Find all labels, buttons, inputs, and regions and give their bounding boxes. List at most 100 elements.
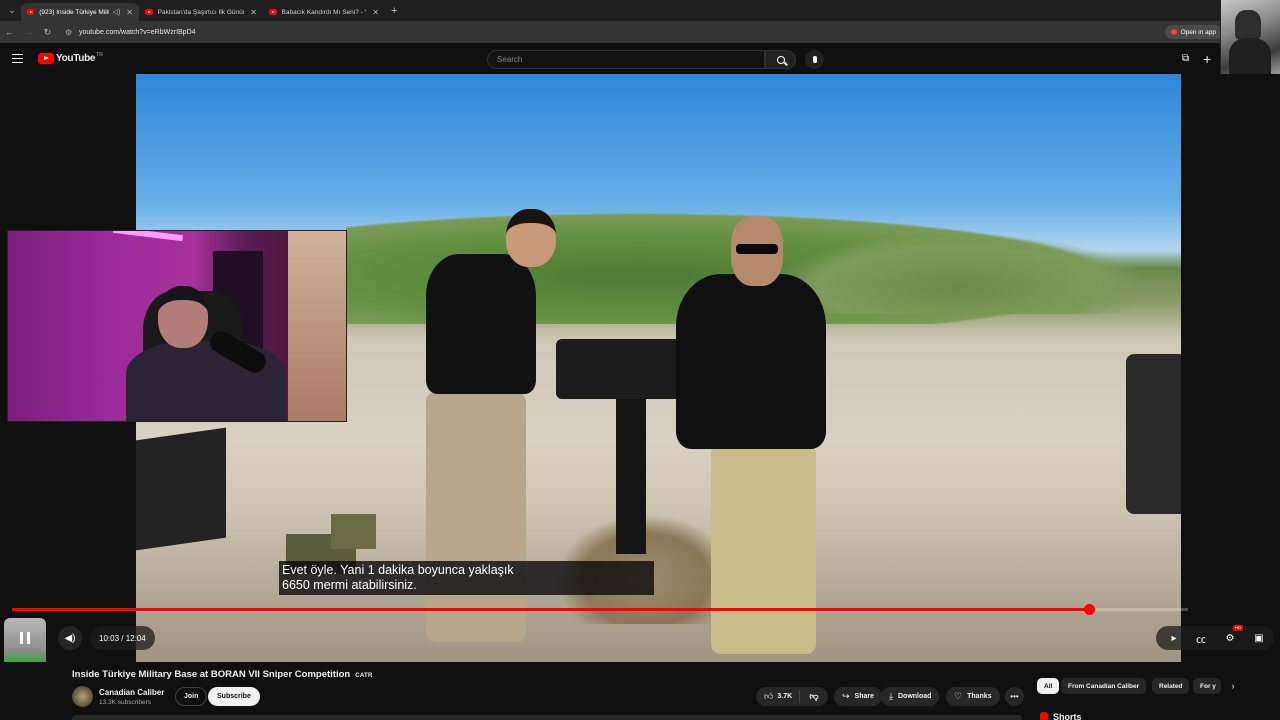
search-input[interactable]: Search	[487, 50, 765, 69]
share-button[interactable]: ↪ Share	[834, 687, 883, 706]
video-vehicle	[1126, 354, 1181, 514]
video-title-text: Inside Türkiye Military Base at BORAN VI…	[72, 669, 351, 680]
channel-name[interactable]: Canadian Caliber	[99, 688, 164, 697]
video-sunglasses	[736, 244, 778, 254]
like-button[interactable]: 👍︎ 3.7K	[756, 690, 800, 703]
search-placeholder: Search	[497, 55, 523, 64]
shorts-heading: Shorts	[1040, 712, 1082, 720]
youtube-favicon-icon	[269, 9, 277, 15]
more-actions-icon[interactable]: •••	[1005, 687, 1024, 706]
download-icon: ⤓	[889, 691, 893, 701]
autoplay-toggle[interactable]: ▸	[1162, 626, 1186, 650]
open-in-app-label: Open in app	[1180, 28, 1216, 36]
browser-tab-2[interactable]: Pakistan'da Şaşırtıcı İlk Günüm ✕	[139, 3, 263, 21]
video-tripod	[616, 394, 646, 554]
video-player[interactable]: Evet öyle. Yani 1 dakika boyunca yaklaşı…	[0, 74, 1280, 680]
chevron-right-icon[interactable]: ›	[1226, 678, 1240, 694]
create-icon[interactable]: +	[1203, 51, 1211, 67]
video-person-right-legs	[711, 444, 816, 654]
time-display: 10:03 / 12:04	[90, 626, 155, 650]
share-icon: ↪	[842, 691, 850, 701]
video-ammo-box	[331, 514, 376, 549]
youtube-play-icon	[38, 53, 54, 64]
site-info-icon[interactable]: ⚙	[65, 28, 79, 37]
progress-bar[interactable]	[12, 604, 1188, 615]
tab-label: Babacık Kandırdı Mı Seni? - Yo	[281, 8, 367, 16]
menu-icon[interactable]	[12, 54, 23, 63]
webcam-window	[288, 231, 346, 421]
address-bar-row: ← → ↻ ⚙ youtube.com/watch?v=eRbWzrIBpD4 …	[0, 21, 1280, 43]
caption-line-2: 6650 mermi atabilirsiniz.	[282, 578, 417, 592]
youtube-header: YouTube TR Search ⧉ +	[0, 44, 1220, 74]
browser-tab-1[interactable]: (923) Inside Türkiye Militar ◁) ✕	[21, 3, 139, 21]
youtube-app-icon	[1170, 29, 1177, 35]
webcam-overlay	[7, 230, 347, 422]
time-display-text: 10:03 / 12:04	[99, 633, 146, 643]
caption-line-1: Evet öyle. Yani 1 dakika boyunca yaklaşı…	[282, 563, 514, 577]
close-tab-icon[interactable]: ✕	[372, 8, 379, 17]
youtube-logo[interactable]: YouTube TR	[38, 51, 103, 64]
forward-icon[interactable]: →	[19, 27, 38, 37]
close-tab-icon[interactable]: ✕	[126, 8, 133, 17]
video-title: Inside Türkiye Military Base at BORAN VI…	[72, 669, 373, 680]
youtube-favicon-icon	[27, 9, 35, 15]
chip-for-you[interactable]: For y	[1193, 678, 1221, 694]
channel-avatar[interactable]	[72, 686, 93, 707]
subscriber-count: 13.3K subscribers	[99, 699, 152, 706]
corner-photo-overlay	[1220, 0, 1280, 78]
url-field[interactable]: ⚙ youtube.com/watch?v=eRbWzrIBpD4	[63, 24, 1213, 40]
close-tab-icon[interactable]: ✕	[250, 8, 257, 17]
photo-figure-body	[1229, 38, 1271, 78]
video-person-right	[676, 274, 826, 449]
dislike-button[interactable]: 👎︎	[800, 691, 828, 702]
youtube-wordmark: YouTube	[56, 53, 96, 64]
search-button[interactable]	[765, 50, 796, 69]
like-count: 3.7K	[777, 693, 793, 700]
thanks-button[interactable]: ♡ Thanks	[946, 687, 1000, 706]
reload-icon[interactable]: ↻	[38, 27, 57, 38]
webcam-led-strip	[112, 231, 184, 242]
chip-related[interactable]: Related	[1152, 678, 1190, 694]
share-label: Share	[854, 693, 875, 700]
volume-icon[interactable]: ◀)	[58, 626, 82, 650]
voice-search-button[interactable]	[805, 50, 824, 69]
thanks-icon: ♡	[954, 691, 963, 701]
thumbs-up-icon: 👍︎	[764, 691, 774, 701]
microphone-icon	[812, 56, 817, 63]
miniplayer-icon[interactable]: ▣	[1247, 626, 1271, 650]
download-button[interactable]: ⤓ Download	[881, 687, 940, 706]
video-info-section: Inside Türkiye Military Base at BORAN VI…	[0, 662, 1280, 720]
chip-all[interactable]: All	[1037, 678, 1060, 694]
new-tab-icon[interactable]: +	[391, 5, 397, 17]
video-person-left-head	[506, 209, 556, 267]
youtube-favicon-icon	[145, 9, 153, 15]
screen: ⌄ (923) Inside Türkiye Militar ◁) ✕ Paki…	[0, 0, 1280, 720]
download-label: Download	[897, 693, 932, 700]
back-icon[interactable]: ←	[0, 27, 19, 37]
chip-from-channel[interactable]: From Canadian Caliber	[1061, 678, 1147, 694]
subscribe-button[interactable]: Subscribe	[208, 687, 260, 706]
hd-badge: HD	[1233, 625, 1243, 631]
thumbs-down-icon: 👎︎	[809, 691, 819, 701]
progress-played	[12, 608, 1090, 611]
join-button[interactable]: Join	[175, 687, 208, 706]
search-icon	[776, 55, 785, 64]
tab-search-icon[interactable]: ⌄	[3, 2, 21, 20]
open-in-app-button[interactable]: Open in app	[1164, 25, 1222, 39]
pause-icon	[20, 632, 30, 644]
speaker-icon[interactable]: ◁)	[113, 8, 121, 16]
shorts-icon	[1040, 712, 1048, 720]
like-dislike-group: 👍︎ 3.7K 👎︎	[756, 687, 828, 706]
description-box[interactable]	[72, 715, 1022, 720]
country-code: TR	[96, 51, 103, 58]
cast-icon[interactable]: ⧉	[1182, 53, 1194, 64]
browser-tab-bar: ⌄ (923) Inside Türkiye Militar ◁) ✕ Paki…	[0, 0, 1280, 21]
browser-tab-3[interactable]: Babacık Kandırdı Mı Seni? - Yo ✕	[263, 3, 385, 21]
video-crate	[136, 427, 226, 551]
tab-label: Pakistan'da Şaşırtıcı İlk Günüm	[157, 8, 245, 16]
shorts-label: Shorts	[1053, 712, 1082, 720]
caption-box: Evet öyle. Yani 1 dakika boyunca yaklaşı…	[279, 561, 654, 595]
webcam-streamer-head	[158, 286, 208, 348]
captions-icon[interactable]: ㏄	[1189, 626, 1213, 650]
video-person-left-legs	[426, 392, 526, 642]
